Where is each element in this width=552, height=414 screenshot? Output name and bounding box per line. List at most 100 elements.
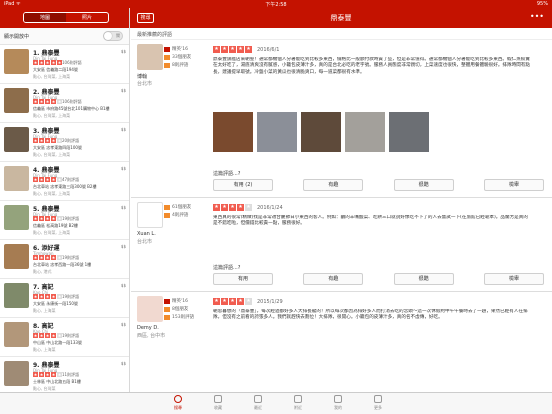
avatar[interactable]: [137, 44, 163, 70]
list-item[interactable]: 5. 鼎泰豐 Din Tai Fung ★ ★ ★ ★ ★ 19則評語 信義區 松高路19號 B…: [0, 201, 129, 240]
friends-count: 61個朋友: [164, 204, 191, 210]
star-icon: ★: [51, 333, 56, 338]
reviewer-name[interactable]: 博翰: [137, 73, 147, 80]
business-address: 大安區 永康街一段150號: [33, 301, 78, 306]
useful-button[interactable]: 有用 (2): [213, 179, 273, 191]
business-address: 台北車站 忠孝西路一段36號 1樓: [33, 262, 92, 267]
business-thumbnail: [4, 127, 29, 152]
reviewer-city: 台北市: [137, 239, 153, 245]
vote-buttons: 有用 (2) 有趣 很酷 檢舉: [213, 179, 544, 191]
review-photo[interactable]: [389, 112, 429, 152]
star-icon: ★: [51, 255, 56, 260]
review-photo[interactable]: [257, 112, 297, 152]
more-icon: [374, 395, 382, 403]
business-address: 台北車站 忠孝東路三段300號 B2樓: [33, 184, 97, 189]
segment-photos[interactable]: 照片: [66, 13, 108, 22]
business-category: 點心, 台灣菜, 上海菜: [33, 230, 71, 235]
review-count: 19則評語: [62, 294, 80, 299]
star-icon: ★: [45, 255, 50, 260]
star-icon: ★: [229, 298, 236, 305]
list-item[interactable]: 2. 鼎泰豐 Din Tai Fung ★ ★ ★ ★ ★ 106則評語 信義區 市府路45號台…: [0, 84, 129, 123]
star-icon: ★: [33, 138, 38, 143]
avatar[interactable]: [137, 296, 163, 322]
star-rating: ★ ★ ★ ★ ★: [33, 60, 63, 65]
tab-bookmarks[interactable]: 收藏: [206, 395, 230, 411]
status-bar: iPad ᯤ 下午2:58 95%: [0, 0, 552, 8]
star-rating: ★ ★ ★ ★ ★: [33, 294, 63, 299]
avatar[interactable]: [137, 202, 163, 228]
business-thumbnail: [4, 49, 29, 74]
funny-button[interactable]: 有趣: [303, 179, 364, 191]
star-icon: ★: [221, 204, 228, 211]
business-thumbnail: [4, 205, 29, 230]
business-address: 大安區 忠孝東路四段100號: [33, 145, 82, 150]
review-date: 2016/1/24: [257, 205, 283, 211]
star-icon: ★: [221, 46, 228, 53]
reviewer-name[interactable]: Xuan L.: [137, 231, 156, 237]
recent-icon: [254, 395, 262, 403]
price-level: $$: [120, 49, 126, 54]
list-item[interactable]: 1. 鼎泰豐 Din Tai Fung ★ ★ ★ ★ ★ 106則評語 大安區 信義路二段19…: [0, 45, 129, 84]
reviewer-name[interactable]: Demy D.: [137, 325, 159, 331]
cool-button[interactable]: 很酷: [393, 273, 454, 285]
review-count: 20則評語: [62, 138, 80, 143]
cool-button[interactable]: 很酷: [393, 179, 454, 191]
price-level: $$: [120, 244, 126, 249]
tab-label: 搜尋: [174, 405, 182, 410]
review-count: 19則評語: [62, 333, 80, 338]
list-item[interactable]: 4. 鼎泰豐 Din Tai Fung ★ ★ ★ ★ ★ 47則評語 台北車站 忠孝東路三段3…: [0, 162, 129, 201]
review-card: Demy D. 西區, 台中市 精英'16 8個朋友 153則評語 ★ ★ ★ ★ ★ 2015/1…: [131, 292, 552, 392]
reviewer-city: 西區, 台中市: [137, 333, 166, 339]
tab-bar: 搜尋 收藏 最近 附近 我的 更多: [0, 392, 552, 414]
review-count: 47則評語: [62, 177, 80, 182]
search-icon: [174, 395, 182, 403]
reviews-icon: [164, 314, 170, 320]
list-item[interactable]: 6. 添好運 Timhowan ★ ★ ★ ★ ★ 19則評語 台北車站 忠孝西路一段36號 1…: [0, 240, 129, 279]
list-item[interactable]: 7. 高記 Kao Chi ★ ★ ★ ★ ★ 19則評語 大安區 永康街一段150號 點心, 上…: [0, 279, 129, 318]
business-address: 士林區 中山北路五段 B1樓: [33, 379, 81, 384]
tab-nearby[interactable]: 附近: [286, 395, 310, 411]
elite-icon: [164, 298, 170, 304]
star-icon: ★: [51, 216, 56, 221]
star-rating: ★ ★ ★ ★ ★: [33, 333, 63, 338]
review-photo[interactable]: [301, 112, 341, 152]
review-count: 19則評語: [62, 255, 80, 260]
report-button[interactable]: 檢舉: [483, 179, 544, 191]
review-feedback-prompt: 這篇評語...?: [213, 171, 241, 177]
star-icon: ★: [229, 46, 236, 53]
star-icon: ★: [245, 204, 252, 211]
view-segmented-control[interactable]: 地圖 照片: [23, 12, 109, 23]
star-icon: ★: [39, 216, 44, 221]
reviews-count: 4則評語: [164, 212, 191, 218]
toggle-label: 關: [116, 33, 120, 38]
star-icon: ★: [39, 372, 44, 377]
review-photo[interactable]: [345, 112, 385, 152]
star-rating: ★ ★ ★ ★ ★: [33, 255, 63, 260]
star-icon: ★: [39, 255, 44, 260]
tab-recent[interactable]: 最近: [246, 395, 270, 411]
business-thumbnail: [4, 283, 29, 308]
tab-me[interactable]: 我的: [326, 395, 350, 411]
star-icon: ★: [45, 99, 50, 104]
me-icon: [334, 395, 342, 403]
tab-search[interactable]: 搜尋: [166, 395, 190, 411]
reviews-pane: 最新推薦的評語 博翰 台北市 精英'16 33個朋友 8則評語 ★ ★ ★ ★ ★ 2016/6/1…: [131, 28, 552, 392]
open-now-label: 顯示開放中: [4, 34, 30, 40]
tab-label: 附近: [294, 405, 302, 410]
friends-icon: [164, 54, 170, 60]
list-item[interactable]: 8. 高記 Kao Chi ★ ★ ★ ★ ★ 19則評語 中山區 中山北路一段133號 點心, …: [0, 318, 129, 357]
list-item[interactable]: 9. 鼎泰豐 Din Tai Fung ★ ★ ★ ★ ★ 11則評語 士林區 中山北路五段 B…: [0, 357, 129, 392]
more-icon[interactable]: •••: [530, 12, 544, 21]
report-button[interactable]: 檢舉: [483, 273, 544, 285]
star-rating: ★ ★ ★ ★ ★: [213, 46, 253, 53]
tab-more[interactable]: 更多: [366, 395, 390, 411]
segment-map[interactable]: 地圖: [24, 13, 66, 22]
funny-button[interactable]: 有趣: [303, 273, 364, 285]
list-item[interactable]: 3. 鼎泰豐 Din Tai Fung ★ ★ ★ ★ ★ 20則評語 大安區 忠孝東路四段10…: [0, 123, 129, 162]
review-photo[interactable]: [213, 112, 253, 152]
open-now-toggle[interactable]: 關: [103, 31, 123, 41]
review-card: 博翰 台北市 精英'16 33個朋友 8則評語 ★ ★ ★ ★ ★ 2016/6/1 鼎泰豐旗艦店來朝…: [131, 40, 552, 198]
bookmarks-icon: [214, 395, 222, 403]
useful-button[interactable]: 有用: [213, 273, 273, 285]
star-icon: ★: [51, 99, 56, 104]
